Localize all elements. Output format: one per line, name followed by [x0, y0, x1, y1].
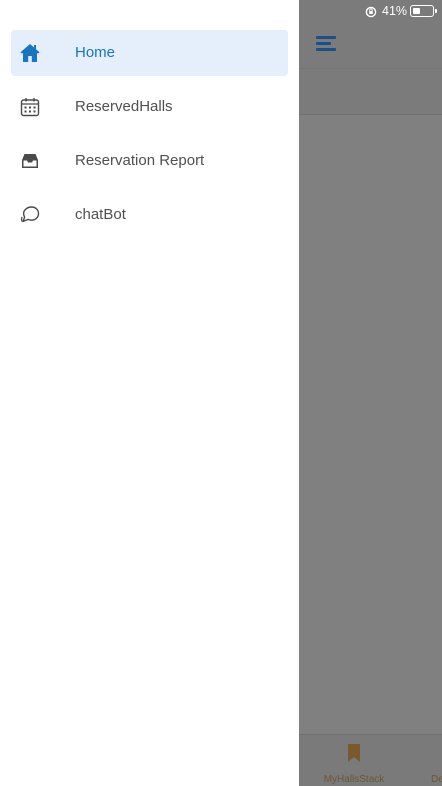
rotation-lock-icon [365, 6, 377, 18]
home-icon [20, 44, 40, 62]
drawer-item-label: chatBot [75, 206, 126, 223]
tab-label: MyHallsStack [323, 774, 385, 785]
tab-label-partial[interactable]: De [431, 774, 442, 785]
drawer-item-label: Reservation Report [75, 152, 205, 169]
main-content [299, 116, 442, 734]
drawer-item-reservation-report[interactable]: Reservation Report [11, 138, 288, 184]
battery-percentage: 41% [382, 4, 408, 18]
drawer-item-label: Home [75, 44, 116, 61]
header-subbar [299, 69, 442, 115]
hamburger-menu-icon[interactable] [316, 36, 338, 54]
inbox-icon [22, 154, 38, 168]
chat-bubble-icon [20, 206, 40, 223]
bookmark-icon [348, 744, 360, 762]
battery-icon [410, 5, 434, 17]
drawer-item-home[interactable]: Home [11, 30, 288, 76]
tab-myhallsstack[interactable]: MyHallsStack [312, 740, 396, 786]
drawer-item-reservedhalls[interactable]: ReservedHalls [11, 84, 288, 130]
drawer-item-label: ReservedHalls [75, 98, 173, 115]
navigation-drawer: Home ReservedHalls Reservation Report ch… [0, 0, 299, 786]
drawer-item-chatbot[interactable]: chatBot [11, 192, 288, 238]
calendar-icon [20, 98, 40, 117]
